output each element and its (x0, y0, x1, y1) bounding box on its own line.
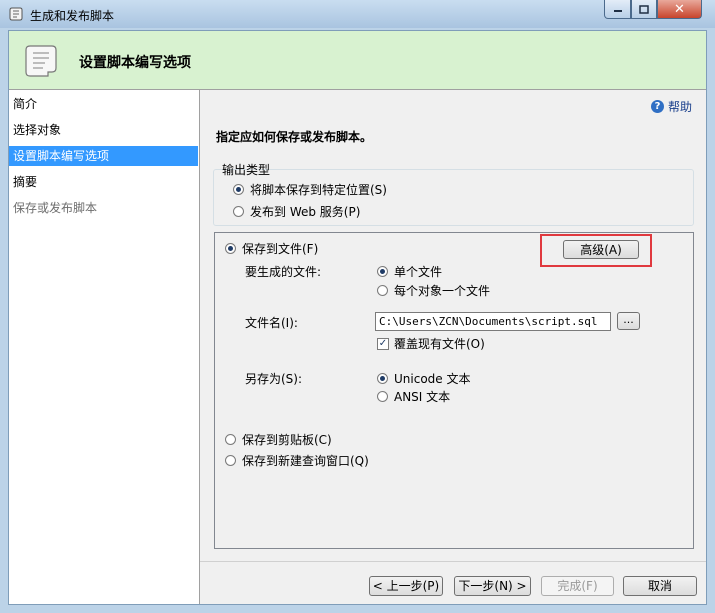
banner-title: 设置脚本编写选项 (79, 55, 191, 71)
file-name-input[interactable]: C:\Users\ZCN\Documents\script.sql (375, 312, 611, 331)
title-bar[interactable]: 生成和发布脚本 ✕ (0, 0, 715, 28)
radio-label: 保存到新建查询窗口(Q) (242, 454, 369, 468)
overwrite-checkbox[interactable]: ✓ 覆盖现有文件(O) (377, 335, 485, 352)
radio-unselected-icon (225, 434, 236, 445)
radio-ansi-text[interactable]: ANSI 文本 (377, 388, 450, 405)
maximize-icon (639, 4, 649, 14)
radio-unselected-icon (225, 455, 236, 466)
close-button[interactable]: ✕ (657, 0, 702, 19)
next-button[interactable]: 下一步(N) > (454, 576, 531, 596)
cancel-button[interactable]: 取消 (623, 576, 697, 596)
dialog-window: 生成和发布脚本 ✕ 设置脚本编写选项 简介 选择对象 设置脚本编写选项 摘要 保… (0, 0, 715, 613)
radio-unselected-icon (377, 391, 388, 402)
radio-unselected-icon (233, 206, 244, 217)
wizard-step-nav: 简介 选择对象 设置脚本编写选项 摘要 保存或发布脚本 (9, 90, 200, 604)
nav-item-choose-objects[interactable]: 选择对象 (9, 120, 198, 140)
help-icon: ? (651, 100, 664, 113)
radio-label: ANSI 文本 (394, 390, 451, 404)
radio-selected-icon (377, 266, 388, 277)
radio-publish-web-service[interactable]: 发布到 Web 服务(P) (233, 203, 360, 220)
close-icon: ✕ (674, 1, 685, 17)
radio-selected-icon (377, 373, 388, 384)
browse-button[interactable]: ... (617, 312, 640, 330)
radio-selected-icon (233, 184, 244, 195)
files-to-generate-label: 要生成的文件: (245, 265, 322, 279)
page-heading: 指定应如何保存或发布脚本。 (216, 130, 373, 144)
checkbox-checked-icon: ✓ (377, 337, 389, 350)
finish-button: 完成(F) (541, 576, 614, 596)
minimize-button[interactable] (604, 0, 631, 19)
radio-save-to-query-window[interactable]: 保存到新建查询窗口(Q) (225, 452, 369, 469)
radio-label: 每个对象一个文件 (394, 284, 491, 298)
radio-save-to-clipboard[interactable]: 保存到剪贴板(C) (225, 431, 332, 448)
help-label: 帮助 (668, 100, 693, 114)
annotation-highlight-box (540, 234, 652, 267)
output-type-label: 输出类型 (222, 163, 271, 177)
radio-unicode-text[interactable]: Unicode 文本 (377, 370, 470, 387)
checkbox-label: 覆盖现有文件(O) (394, 337, 485, 351)
radio-unselected-icon (377, 285, 388, 296)
radio-label: Unicode 文本 (394, 372, 471, 386)
radio-selected-icon (225, 243, 236, 254)
radio-save-to-file[interactable]: 保存到文件(F) (225, 240, 318, 257)
nav-item-intro[interactable]: 简介 (9, 94, 198, 114)
radio-save-to-location[interactable]: 将脚本保存到特定位置(S) (233, 181, 387, 198)
script-scroll-icon (25, 45, 57, 77)
radio-label: 将脚本保存到特定位置(S) (250, 183, 387, 197)
maximize-button[interactable] (631, 0, 657, 19)
file-name-label: 文件名(I): (245, 316, 298, 330)
nav-item-summary[interactable]: 摘要 (9, 172, 198, 192)
previous-button[interactable]: < 上一步(P) (369, 576, 443, 596)
radio-single-file[interactable]: 单个文件 (377, 263, 442, 280)
help-link[interactable]: ? 帮助 (651, 98, 692, 115)
nav-item-scripting-options[interactable]: 设置脚本编写选项 (9, 146, 198, 166)
dialog-client: 设置脚本编写选项 简介 选择对象 设置脚本编写选项 摘要 保存或发布脚本 ? 帮… (8, 30, 707, 605)
radio-label: 保存到剪贴板(C) (242, 433, 332, 447)
radio-file-per-object[interactable]: 每个对象一个文件 (377, 282, 490, 299)
save-as-label: 另存为(S): (245, 372, 303, 386)
script-icon (9, 7, 23, 21)
radio-label: 发布到 Web 服务(P) (250, 205, 361, 219)
minimize-icon (613, 10, 622, 12)
footer-divider (200, 561, 706, 562)
header-banner: 设置脚本编写选项 (9, 31, 706, 90)
radio-label: 单个文件 (394, 265, 443, 279)
nav-item-save-or-publish: 保存或发布脚本 (13, 201, 98, 215)
window-title: 生成和发布脚本 (30, 9, 115, 23)
radio-label: 保存到文件(F) (242, 242, 319, 256)
